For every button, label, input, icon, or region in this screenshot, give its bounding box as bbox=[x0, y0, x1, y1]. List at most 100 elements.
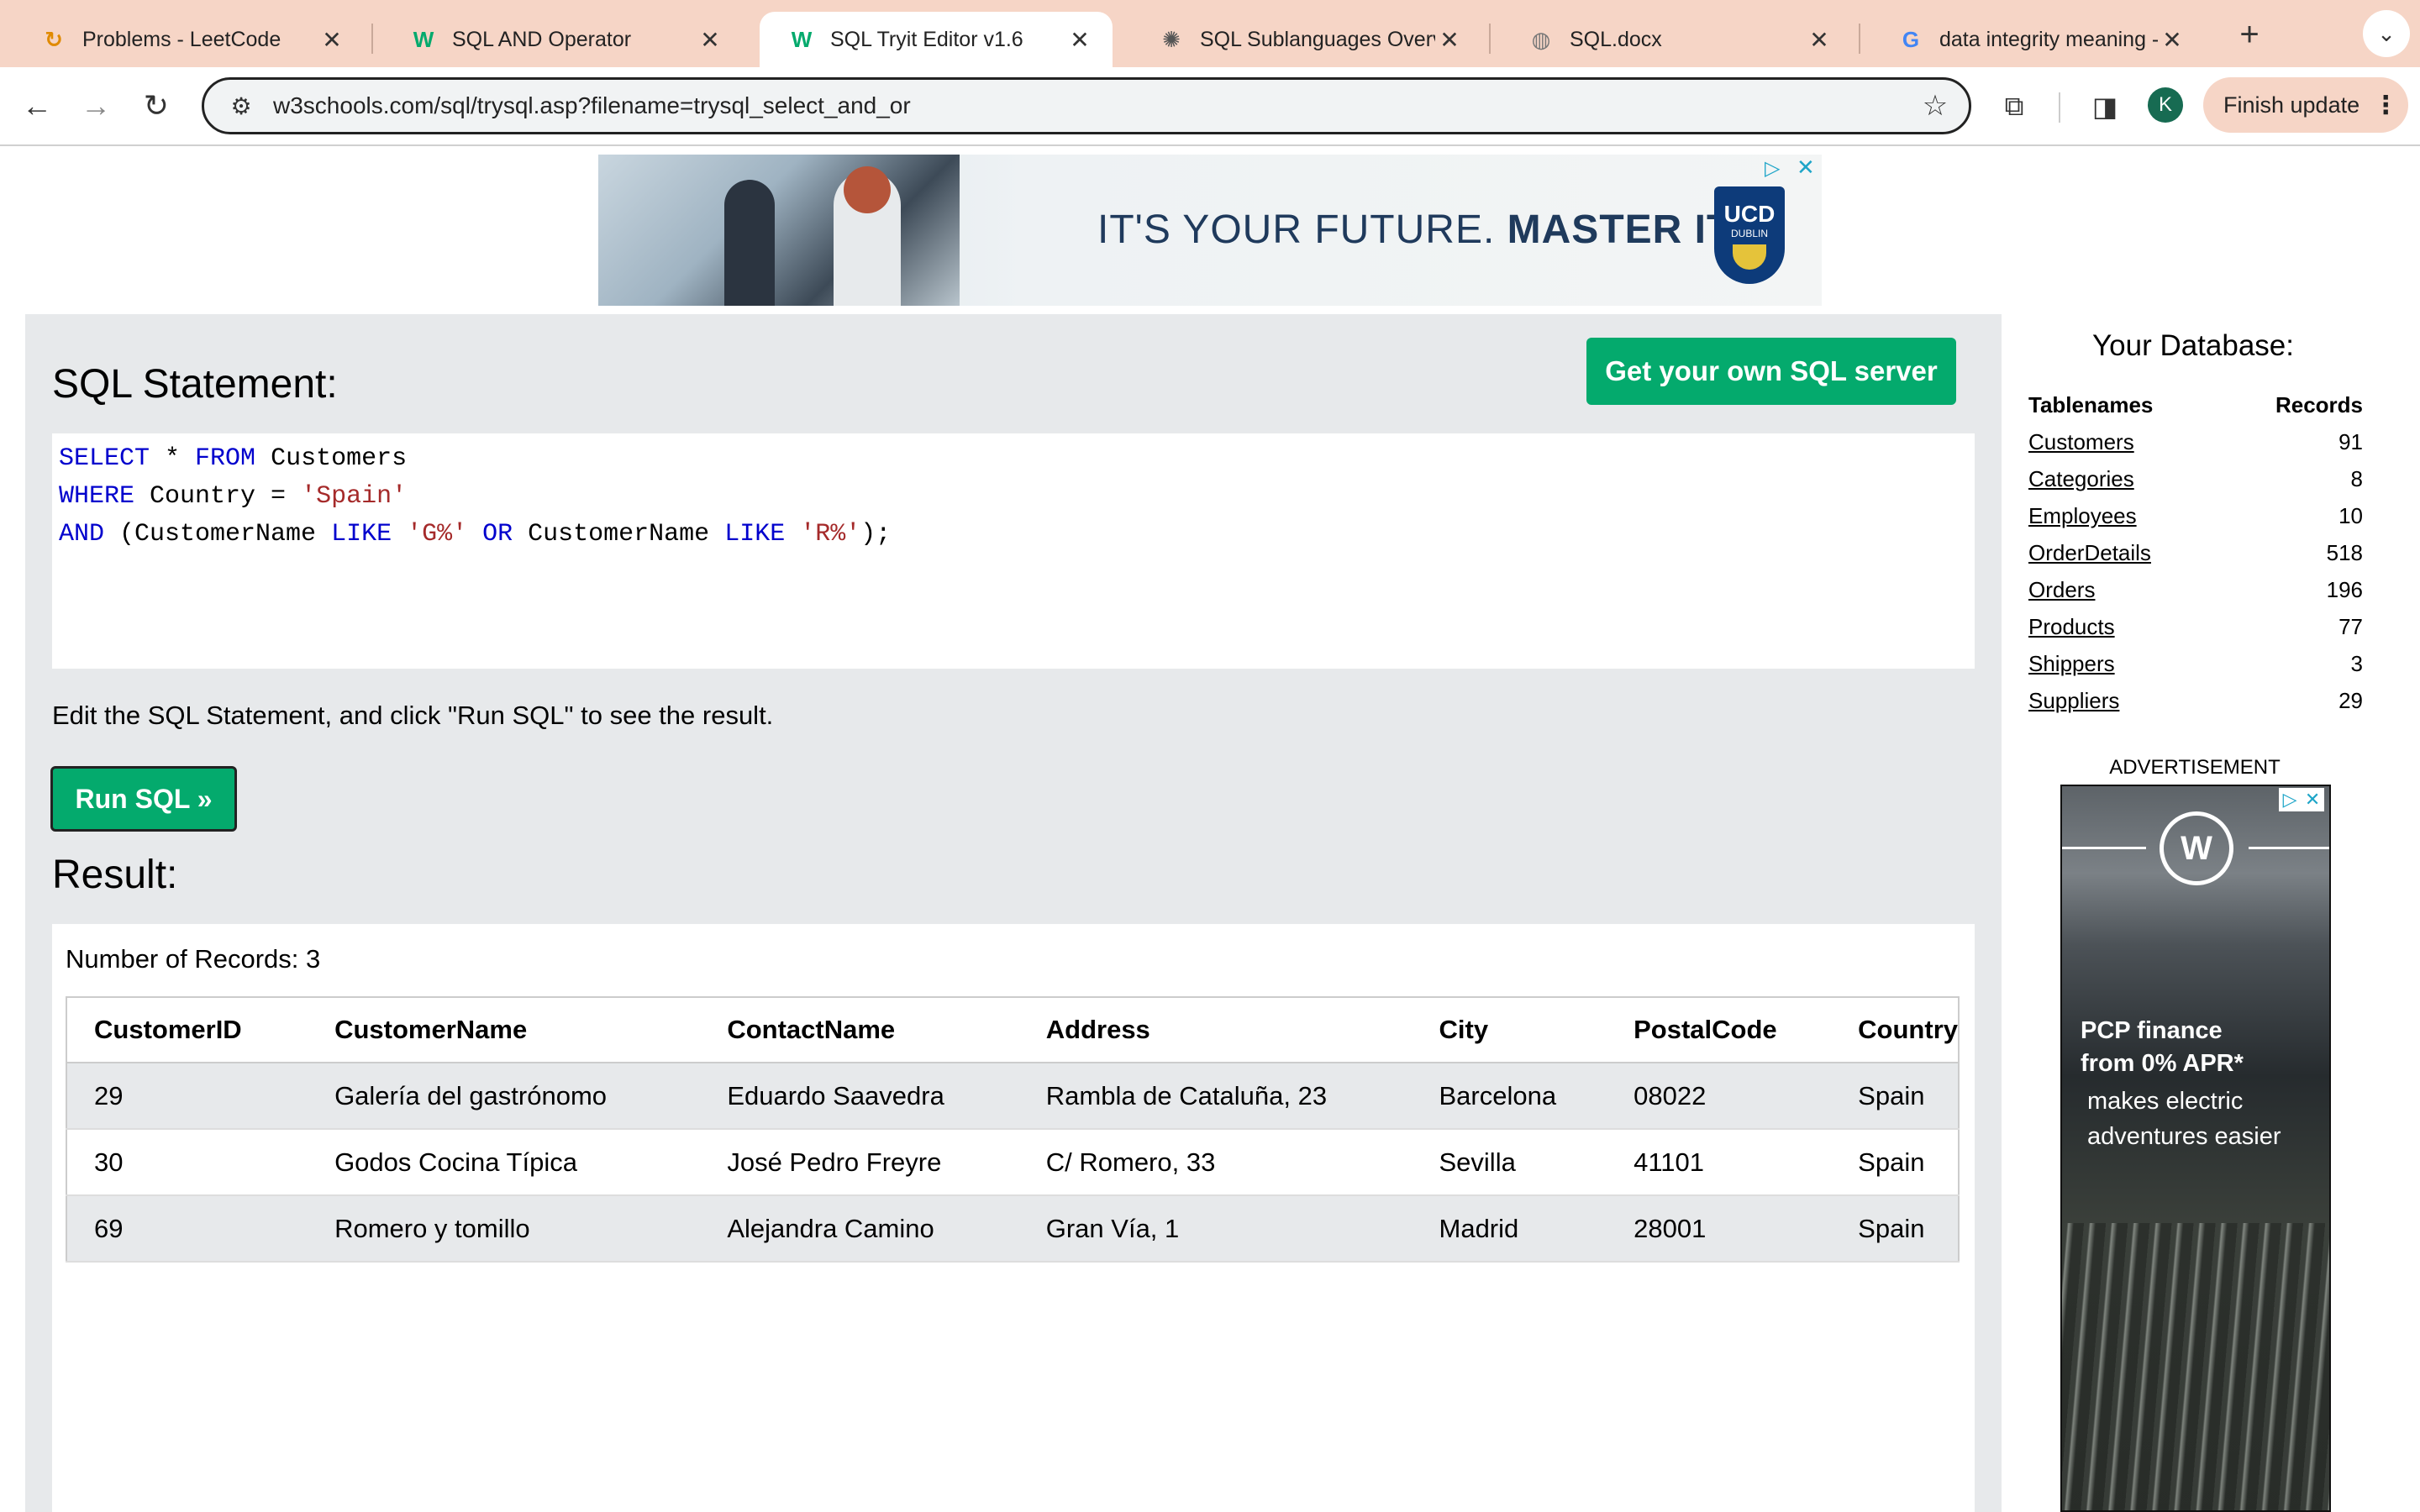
address-bar[interactable]: ⚙ w3schools.com/sql/trysql.asp?filename=… bbox=[202, 77, 1971, 134]
column-header: City bbox=[1412, 997, 1607, 1063]
adchoices-icon[interactable]: ▷ bbox=[1765, 156, 1780, 181]
database-row: Categories 8 bbox=[2028, 460, 2363, 497]
run-sql-button[interactable]: Run SQL » bbox=[50, 766, 237, 832]
table-cell: 69 bbox=[66, 1195, 308, 1263]
table-link-orders[interactable]: Orders bbox=[2028, 577, 2095, 602]
forward-button[interactable]: → bbox=[74, 84, 118, 128]
ad-choices-close-icon[interactable]: ▷ ✕ bbox=[2279, 788, 2324, 811]
browser-tab[interactable]: ◍ SQL.docx ✕ bbox=[1499, 12, 1852, 67]
ad-photo-person bbox=[724, 180, 775, 306]
column-header: Country bbox=[1831, 997, 1959, 1063]
finish-update-button[interactable]: Finish update ⋮ bbox=[2203, 77, 2408, 133]
sql-token: ); bbox=[860, 520, 892, 549]
record-count-cell: 518 bbox=[2326, 539, 2363, 565]
ad-offer-text: PCP finance from 0% APR* bbox=[2081, 1015, 2244, 1080]
tab-close-icon[interactable]: ✕ bbox=[2158, 25, 2186, 54]
table-link-orderdetails[interactable]: OrderDetails bbox=[2028, 540, 2151, 565]
reload-button[interactable]: ↻ bbox=[134, 84, 178, 128]
sql-editor[interactable]: SELECT * FROM Customers WHERE Country = '… bbox=[52, 433, 1975, 669]
table-cell: Gran Vía, 1 bbox=[1018, 1195, 1413, 1263]
new-tab-button[interactable]: + bbox=[2230, 15, 2269, 54]
extensions-icon[interactable]: ⧉ bbox=[1993, 86, 2035, 128]
database-row: Customers 91 bbox=[2028, 423, 2363, 460]
table-cell: 41101 bbox=[1607, 1129, 1832, 1196]
site-settings-icon[interactable]: ⚙ bbox=[221, 92, 261, 120]
editor-instructions: Edit the SQL Statement, and click "Run S… bbox=[52, 701, 774, 730]
table-cell: 29 bbox=[66, 1063, 308, 1130]
browser-tab[interactable]: W SQL Tryit Editor v1.6 ✕ bbox=[760, 12, 1113, 67]
table-link-suppliers[interactable]: Suppliers bbox=[2028, 688, 2119, 713]
ad-tagline: makes electric adventures easier bbox=[2087, 1088, 2281, 1150]
tab-close-icon[interactable]: ✕ bbox=[318, 25, 346, 54]
result-header-row: CustomerID CustomerName ContactName Address… bbox=[66, 997, 1959, 1063]
code-line[interactable]: WHERE Country = 'Spain' bbox=[59, 478, 1975, 516]
table-link-employees[interactable]: Employees bbox=[2028, 503, 2137, 528]
table-cell: 28001 bbox=[1607, 1195, 1832, 1263]
result-area: Number of Records: 3 CustomerID CustomerN… bbox=[52, 924, 1975, 1512]
ad-divider bbox=[2062, 847, 2146, 849]
record-count-cell: 29 bbox=[2338, 687, 2363, 713]
globe-icon: ◍ bbox=[1531, 26, 1551, 52]
sql-token: (CustomerName bbox=[104, 520, 332, 549]
tab-title: SQL Tryit Editor v1.6 bbox=[830, 27, 1023, 51]
tab-search-button[interactable]: ⌄ bbox=[2363, 10, 2410, 57]
sql-token: CustomerName bbox=[513, 520, 725, 549]
top-banner-ad[interactable]: IT'S YOUR FUTURE. MASTER IT. UCD DUBLIN bbox=[598, 155, 1822, 306]
table-cell: Eduardo Saavedra bbox=[700, 1063, 1019, 1130]
browser-tab[interactable]: Gdata integrity meaning - G ✕ bbox=[1869, 12, 2205, 67]
browser-tab[interactable]: W SQL AND Operator ✕ bbox=[381, 12, 743, 67]
result-heading: Result: bbox=[52, 853, 178, 897]
back-button[interactable]: ← bbox=[15, 84, 59, 128]
sql-string: 'R%' bbox=[800, 520, 861, 549]
sql-keyword: LIKE bbox=[331, 520, 392, 549]
record-count-cell: 3 bbox=[2350, 650, 2363, 676]
browser-tab[interactable]: ↻ Problems - LeetCode ✕ bbox=[12, 12, 365, 67]
browser-tab[interactable]: ✺ SQL Sublanguages Overvi ✕ bbox=[1129, 12, 1482, 67]
table-link-products[interactable]: Products bbox=[2028, 614, 2115, 639]
code-line[interactable]: AND (CustomerName LIKE 'G%' OR CustomerN… bbox=[59, 516, 1975, 554]
browser-toolbar: ← → ↻ ⚙ w3schools.com/sql/trysql.asp?fil… bbox=[0, 67, 2420, 146]
get-sql-server-button[interactable]: Get your own SQL server bbox=[1586, 338, 1956, 405]
table-link-shippers[interactable]: Shippers bbox=[2028, 651, 2115, 676]
tab-close-icon[interactable]: ✕ bbox=[1065, 25, 1094, 54]
table-link-customers[interactable]: Customers bbox=[2028, 429, 2134, 454]
ucd-logo-text: UCD bbox=[1723, 201, 1776, 227]
sql-statement-heading: SQL Statement: bbox=[52, 362, 338, 407]
table-cell: Spain bbox=[1831, 1063, 1959, 1130]
table-link-categories[interactable]: Categories bbox=[2028, 466, 2134, 491]
profile-avatar[interactable]: K bbox=[2148, 87, 2183, 123]
url-text[interactable]: w3schools.com/sql/trysql.asp?filename=tr… bbox=[273, 92, 1910, 119]
browser-tab-bar: ↻ Problems - LeetCode ✕ W SQL AND Operator ✕ W… bbox=[0, 0, 2420, 67]
ad-close-icon[interactable]: ✕ bbox=[1797, 155, 1815, 181]
code-line[interactable]: SELECT * FROM Customers bbox=[59, 440, 1975, 478]
tab-separator bbox=[1859, 24, 1860, 54]
arrow-right-icon: → bbox=[81, 88, 111, 123]
tab-title: SQL Sublanguages Overvi bbox=[1200, 27, 1435, 51]
w3schools-icon: W bbox=[791, 26, 813, 52]
tab-close-icon[interactable]: ✕ bbox=[1805, 25, 1833, 54]
database-table-cell: Suppliers bbox=[2028, 682, 2225, 719]
column-header: PostalCode bbox=[1607, 997, 1832, 1063]
bookmark-star-icon[interactable]: ☆ bbox=[1910, 89, 1960, 123]
chatgpt-icon: ✺ bbox=[1162, 26, 1181, 52]
record-count-cell: 91 bbox=[2338, 428, 2363, 454]
tab-close-icon[interactable]: ✕ bbox=[1435, 25, 1464, 54]
database-table-cell: Shippers bbox=[2028, 645, 2225, 682]
record-count-cell: 196 bbox=[2326, 576, 2363, 602]
leetcode-icon: ↻ bbox=[45, 26, 63, 52]
vw-logo-icon: W bbox=[2160, 811, 2233, 885]
table-cell: 30 bbox=[66, 1129, 308, 1196]
w3schools-icon: W bbox=[413, 26, 434, 52]
sql-string: 'G%' bbox=[407, 520, 468, 549]
finish-update-label: Finish update bbox=[2223, 92, 2360, 118]
ad-forest-image bbox=[2062, 1223, 2329, 1510]
sidebar-ad[interactable]: W ▷ ✕ PCP finance from 0% APR* makes elec… bbox=[2060, 785, 2331, 1512]
table-cell: Barcelona bbox=[1412, 1063, 1607, 1130]
ad-divider bbox=[2249, 847, 2329, 849]
table-row: 69 Romero y tomillo Alejandra Camino Gran V… bbox=[66, 1195, 1959, 1263]
tab-close-icon[interactable]: ✕ bbox=[696, 25, 724, 54]
side-panel-icon[interactable]: ◨ bbox=[2084, 86, 2126, 128]
ad-headline: IT'S YOUR FUTURE. MASTER IT. bbox=[1097, 207, 1739, 253]
